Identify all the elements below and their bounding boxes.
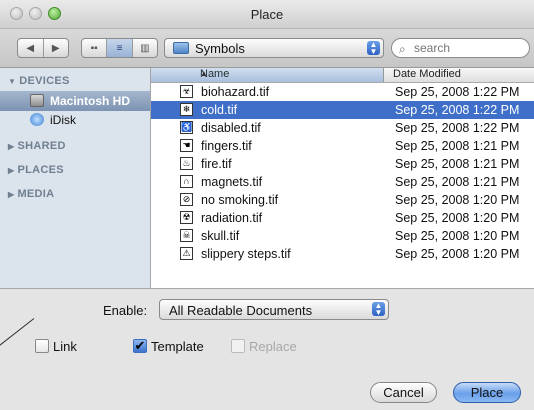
template-checkbox[interactable]: ✔ xyxy=(133,339,147,353)
column-view-button[interactable]: ▥ xyxy=(133,39,157,57)
file-name: fire.tif xyxy=(201,157,232,171)
forward-button[interactable]: ▶ xyxy=(44,39,69,57)
file-date: Sep 25, 2008 1:20 PM xyxy=(395,229,520,243)
cancel-button[interactable]: Cancel xyxy=(370,382,437,403)
search-icon: ⌕ xyxy=(399,42,406,56)
window-title: Place xyxy=(250,7,284,22)
popup-arrows-icon: ▲ ▼ xyxy=(372,302,385,317)
enable-popup[interactable]: All Readable Documents ▲ ▼ xyxy=(159,299,389,320)
file-row[interactable]: ♿ disabled.tif Sep 25, 2008 1:22 PM xyxy=(151,119,534,137)
file-date: Sep 25, 2008 1:20 PM xyxy=(395,211,520,225)
file-date: Sep 25, 2008 1:20 PM xyxy=(395,193,520,207)
file-row[interactable]: ☚ fingers.tif Sep 25, 2008 1:21 PM xyxy=(151,137,534,155)
file-name: slippery steps.tif xyxy=(201,247,291,261)
view-mode-control: ▪▪ ≡ ▥ xyxy=(81,38,158,58)
template-label: Template xyxy=(151,339,204,354)
date-column-header[interactable]: Date Modified xyxy=(393,68,461,80)
list-view-button[interactable]: ≡ xyxy=(107,39,133,57)
file-date: Sep 25, 2008 1:21 PM xyxy=(395,157,520,171)
callout-line xyxy=(0,318,35,346)
file-name: skull.tif xyxy=(201,229,240,243)
disclosure-closed-icon: ▶ xyxy=(8,166,15,175)
disclosure-open-icon: ▼ xyxy=(8,77,17,86)
location-label: Symbols xyxy=(195,41,245,56)
file-row[interactable]: ☢ radiation.tif Sep 25, 2008 1:20 PM xyxy=(151,209,534,227)
file-row[interactable]: ♨ fire.tif Sep 25, 2008 1:21 PM xyxy=(151,155,534,173)
replace-label: Replace xyxy=(249,339,297,354)
magnet-icon: ∩ xyxy=(180,175,193,188)
sidebar-header-media[interactable]: ▶ MEDIA xyxy=(8,188,54,200)
file-row[interactable]: ⚠ slippery steps.tif Sep 25, 2008 1:20 PM xyxy=(151,245,534,263)
sidebar-header-devices[interactable]: ▼ DEVICES xyxy=(8,75,70,87)
hand-icon: ☚ xyxy=(180,139,193,152)
file-row[interactable]: ∩ magnets.tif Sep 25, 2008 1:21 PM xyxy=(151,173,534,191)
file-date: Sep 25, 2008 1:22 PM xyxy=(395,121,520,135)
disclosure-closed-icon: ▶ xyxy=(8,190,15,199)
name-column-header[interactable]: Name ▲ xyxy=(151,68,384,82)
file-date: Sep 25, 2008 1:21 PM xyxy=(395,139,520,153)
no-smoking-icon: ⊘ xyxy=(180,193,193,206)
skull-icon: ☠ xyxy=(180,229,193,242)
search-input[interactable] xyxy=(414,41,524,55)
place-button[interactable]: Place xyxy=(453,382,521,403)
search-field[interactable]: ⌕ xyxy=(391,38,530,58)
sort-ascending-icon: ▲ xyxy=(200,69,208,78)
file-name: disabled.tif xyxy=(201,121,261,135)
file-name: radiation.tif xyxy=(201,211,263,225)
link-label: Link xyxy=(53,339,77,354)
file-date: Sep 25, 2008 1:20 PM xyxy=(395,247,520,261)
file-list: Name ▲ Date Modified ☣ biohazard.tif Sep 2… xyxy=(151,68,534,288)
sidebar-header-shared[interactable]: ▶ SHARED xyxy=(8,140,66,152)
file-name: biohazard.tif xyxy=(201,85,270,99)
divider xyxy=(0,288,534,289)
wheelchair-icon: ♿ xyxy=(180,121,193,134)
sidebar: ▼ DEVICES Macintosh HD iDisk ▶ SHARED ▶ PLA… xyxy=(0,68,151,288)
idisk-icon xyxy=(30,113,44,126)
sidebar-item-macintosh-hd[interactable]: Macintosh HD xyxy=(0,91,150,111)
location-popup[interactable]: Symbols ▲ ▼ xyxy=(164,38,384,58)
file-date: Sep 25, 2008 1:22 PM xyxy=(395,85,520,99)
sidebar-item-label: iDisk xyxy=(50,113,76,127)
file-date: Sep 25, 2008 1:21 PM xyxy=(395,175,520,189)
sidebar-item-label: Macintosh HD xyxy=(50,94,131,108)
file-name: no smoking.tif xyxy=(201,193,279,207)
file-row[interactable]: ☠ skull.tif Sep 25, 2008 1:20 PM xyxy=(151,227,534,245)
back-forward-control: ◀ ▶ xyxy=(17,38,69,58)
back-button[interactable]: ◀ xyxy=(18,39,44,57)
title-bar[interactable]: Place xyxy=(0,0,534,29)
file-row[interactable]: ❄ cold.tif Sep 25, 2008 1:22 PM xyxy=(151,101,534,119)
toolbar: ◀ ▶ ▪▪ ≡ ▥ Symbols ▲ ▼ ⌕ xyxy=(0,29,534,68)
file-date: Sep 25, 2008 1:22 PM xyxy=(395,103,520,117)
sidebar-header-places[interactable]: ▶ PLACES xyxy=(8,164,64,176)
enable-value: All Readable Documents xyxy=(169,303,313,318)
place-dialog: Place ◀ ▶ ▪▪ ≡ ▥ Symbols ▲▼ ⌕ ▼DEVICES M… xyxy=(0,0,534,410)
disclosure-closed-icon: ▶ xyxy=(8,142,15,151)
column-header: Name ▲ Date Modified xyxy=(151,68,534,83)
icon-view-button[interactable]: ▪▪ xyxy=(82,39,108,57)
replace-checkbox xyxy=(231,339,245,353)
file-name: magnets.tif xyxy=(201,175,263,189)
popup-arrows-icon: ▲ ▼ xyxy=(367,41,380,56)
radiation-icon: ☢ xyxy=(180,211,193,224)
file-name: cold.tif xyxy=(201,103,238,117)
hard-drive-icon xyxy=(30,94,44,107)
sidebar-item-idisk[interactable]: iDisk xyxy=(0,110,150,130)
snowflake-icon: ❄ xyxy=(180,103,193,116)
enable-label: Enable: xyxy=(103,303,148,318)
file-row[interactable]: ☣ biohazard.tif Sep 25, 2008 1:22 PM xyxy=(151,83,534,101)
folder-icon xyxy=(173,42,189,54)
file-name: fingers.tif xyxy=(201,139,252,153)
link-checkbox[interactable] xyxy=(35,339,49,353)
slip-icon: ⚠ xyxy=(180,247,193,260)
file-row[interactable]: ⊘ no smoking.tif Sep 25, 2008 1:20 PM xyxy=(151,191,534,209)
biohazard-icon: ☣ xyxy=(180,85,193,98)
flame-icon: ♨ xyxy=(180,157,193,170)
